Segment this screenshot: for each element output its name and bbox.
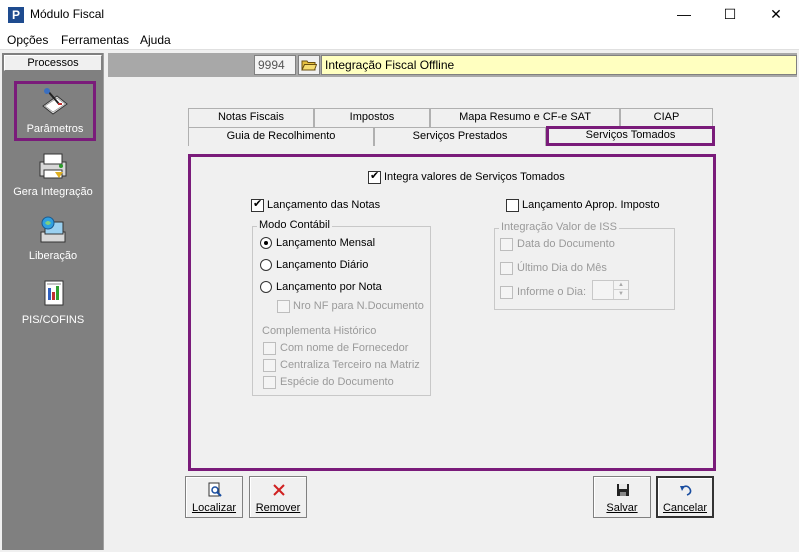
menu-ajuda[interactable]: Ajuda [140, 33, 171, 47]
radio-lancamento-mensal[interactable] [260, 237, 272, 249]
nro-nf-label: Nro NF para N.Documento [293, 300, 424, 312]
processo-pis-cofins[interactable]: PIS/COFINS [4, 274, 102, 334]
radio-label: Lançamento Diário [276, 259, 369, 271]
localizar-button[interactable]: Localizar [185, 476, 243, 518]
radio-lancamento-por-nota[interactable] [260, 281, 272, 293]
processo-label: Parâmetros [26, 123, 84, 135]
processo-label: PIS/COFINS [21, 314, 85, 326]
complementa-option: Espécie do Documento [280, 376, 394, 388]
spinner-up-icon[interactable]: ▲ [613, 281, 628, 290]
code-field[interactable]: 9994 [254, 55, 296, 75]
lancamento-notas-checkbox[interactable] [251, 197, 264, 212]
folder-icon [301, 60, 317, 71]
app-icon: P [8, 7, 24, 23]
processos-header: Processos [4, 55, 102, 71]
processo-gera-integracao[interactable]: Gera Integração [4, 146, 102, 206]
tab-servicos-prestados[interactable]: Serviços Prestados [374, 127, 546, 146]
complementa-title: Complementa Histórico [262, 325, 377, 337]
radio-lancamento-diario[interactable] [260, 259, 272, 271]
liberacao-icon [40, 216, 66, 243]
com-nome-fornecedor-checkbox[interactable] [263, 342, 276, 355]
centraliza-terceiro-checkbox[interactable] [263, 359, 276, 372]
especie-documento-checkbox[interactable] [263, 376, 276, 389]
menu-opcoes[interactable]: Opções [7, 33, 48, 47]
module-title: Integração Fiscal Offline [321, 55, 797, 75]
integra-label: Integra valores de Serviços Tomados [384, 171, 565, 183]
tab-mapa-resumo[interactable]: Mapa Resumo e CF-e SAT [430, 108, 620, 127]
folder-button[interactable] [298, 55, 320, 75]
processo-liberacao[interactable]: Liberação [4, 210, 102, 270]
gera-integracao-icon [39, 153, 67, 179]
lancamento-notas-label: Lançamento das Notas [267, 199, 381, 211]
tab-impostos[interactable]: Impostos [314, 108, 430, 127]
data-documento-checkbox[interactable] [500, 238, 513, 251]
tab-notas-fiscais[interactable]: Notas Fiscais [188, 108, 314, 127]
pis-cofins-icon [44, 280, 64, 306]
processo-parametros[interactable]: Parâmetros [14, 81, 96, 141]
modo-contabil-title: Modo Contábil [257, 219, 332, 231]
integra-checkbox[interactable] [368, 169, 381, 184]
iss-option: Informe o Dia: [517, 286, 587, 298]
nro-nf-checkbox[interactable] [277, 300, 290, 313]
window-title: Módulo Fiscal [30, 7, 105, 21]
lancamento-aprop-checkbox[interactable] [506, 199, 519, 212]
radio-label: Lançamento Mensal [276, 237, 376, 249]
spinner-down-icon[interactable]: ▼ [613, 290, 628, 299]
complementa-option: Centraliza Terceiro na Matriz [280, 359, 420, 371]
processo-label: Gera Integração [13, 186, 93, 198]
menu-ferramentas[interactable]: Ferramentas [61, 33, 129, 47]
processo-label: Liberação [28, 250, 78, 262]
localizar-label: Localizar [191, 502, 237, 514]
minimize-button[interactable]: — [661, 0, 707, 30]
lancamento-aprop-label: Lançamento Aprop. Imposto [522, 199, 660, 211]
tab-servicos-tomados[interactable]: Serviços Tomados [546, 126, 715, 146]
salvar-button[interactable]: Salvar [593, 476, 651, 518]
salvar-label: Salvar [606, 502, 638, 514]
parametros-icon [42, 88, 68, 115]
undo-icon [680, 485, 692, 496]
radio-label: Lançamento por Nota [276, 281, 382, 293]
tab-guia-recolhimento[interactable]: Guia de Recolhimento [188, 127, 374, 146]
maximize-button[interactable]: ☐ [707, 0, 753, 30]
remover-label: Remover [255, 502, 301, 514]
dia-spinner[interactable]: ▲ ▼ [592, 280, 629, 300]
iss-option: Data do Documento [517, 238, 615, 250]
close-button[interactable]: ✕ [753, 0, 799, 30]
complementa-option: Com nome de Fornecedor [280, 342, 409, 354]
localizar-icon [208, 482, 222, 497]
remover-icon [273, 484, 285, 496]
cancelar-button[interactable]: Cancelar [656, 476, 714, 518]
save-icon [617, 484, 629, 496]
tab-ciap[interactable]: CIAP [620, 108, 713, 127]
iss-option: Último Dia do Mês [517, 262, 607, 274]
remover-button[interactable]: Remover [249, 476, 307, 518]
cancelar-label: Cancelar [662, 502, 708, 514]
integracao-iss-title: Integração Valor de ISS [499, 221, 619, 233]
informe-dia-checkbox[interactable] [500, 286, 513, 299]
ultimo-dia-mes-checkbox[interactable] [500, 262, 513, 275]
